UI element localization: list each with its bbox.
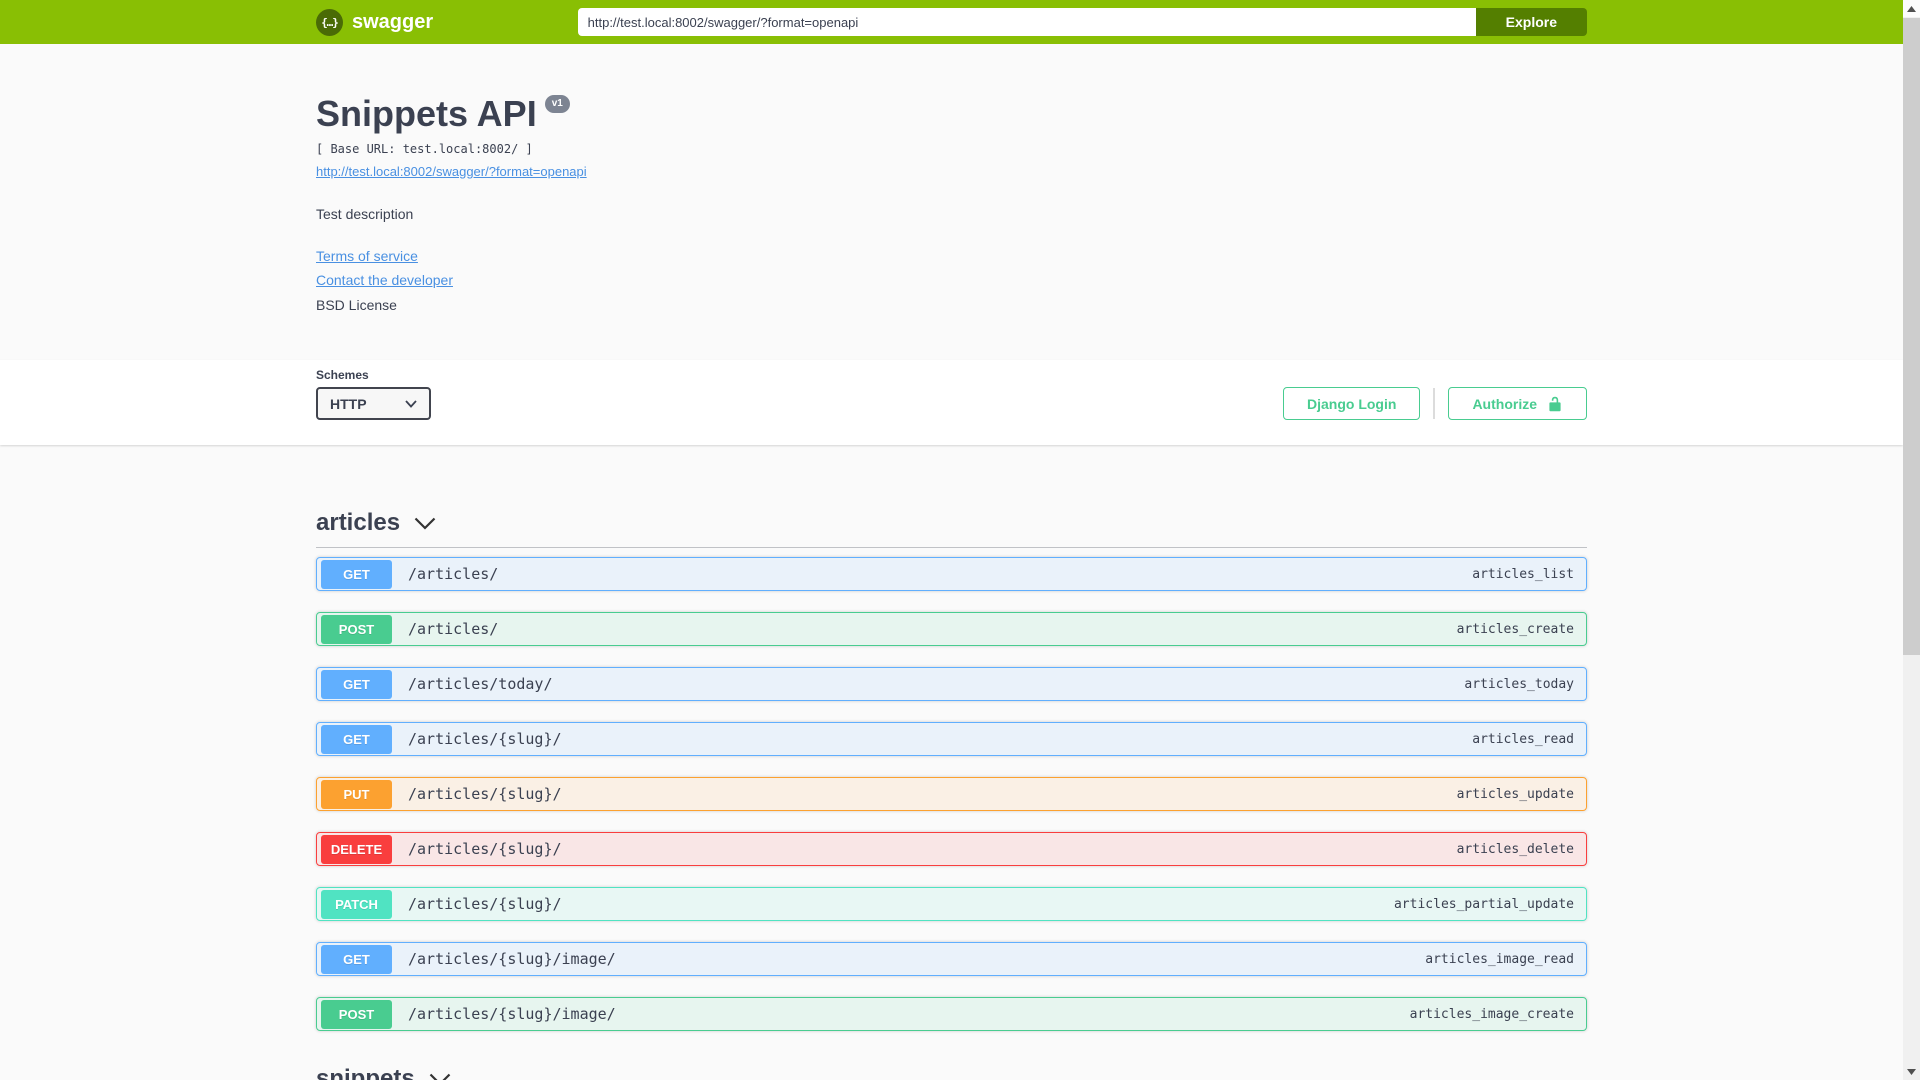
http-method-badge: POST — [321, 614, 392, 644]
scroll-up-icon — [1907, 5, 1916, 12]
terms-of-service-link[interactable]: Terms of service — [316, 248, 418, 264]
tag-name: articles — [316, 509, 401, 536]
django-login-label: Django Login — [1307, 395, 1397, 412]
http-method-badge: GET — [321, 944, 392, 974]
http-method-badge: PUT — [321, 779, 392, 809]
operation-row[interactable]: POST /articles/ articles_create — [316, 612, 1587, 646]
scrollbar-up-button[interactable] — [1903, 0, 1920, 17]
schemes-label: Schemes — [316, 368, 369, 382]
scrollbar-thumb[interactable] — [1903, 18, 1920, 655]
spec-link[interactable]: http://test.local:8002/swagger/?format=o… — [316, 164, 587, 179]
vertical-scrollbar[interactable] — [1903, 0, 1920, 1080]
api-tag-section-articles: articles GET /articles/ articles_list PO… — [316, 509, 1587, 1031]
tag-heading[interactable]: snippets — [316, 1065, 451, 1080]
operation-id: articles_image_read — [1425, 951, 1574, 967]
scroll-down-icon — [1907, 1068, 1916, 1075]
swagger-logo-icon: {…} — [316, 8, 343, 36]
api-info-section: Snippets API v1 [ Base URL: test.local:8… — [0, 44, 1903, 360]
swagger-ui-page: {…} swagger Explore Snippets API v1 [ Ba… — [0, 0, 1903, 1080]
explore-button[interactable]: Explore — [1475, 8, 1587, 36]
operation-path: /articles/today/ — [408, 675, 553, 693]
http-method-badge: GET — [321, 724, 392, 754]
operation-path: /articles/{slug}/ — [408, 895, 562, 913]
authorize-label: Authorize — [1472, 395, 1537, 412]
explore-form: Explore — [577, 8, 1587, 36]
scrollbar-down-button[interactable] — [1903, 1063, 1920, 1080]
swagger-logo: {…} swagger — [316, 8, 434, 36]
tag-divider — [316, 547, 1587, 548]
base-url: [ Base URL: test.local:8002/ ] — [316, 142, 533, 156]
operation-path: /articles/{slug}/image/ — [408, 950, 616, 968]
operation-row[interactable]: GET /articles/ articles_list — [316, 557, 1587, 591]
page-title: Snippets API v1 — [316, 93, 1587, 135]
operation-id: articles_partial_update — [1393, 896, 1574, 912]
schemes-block: Schemes HTTP — [316, 368, 431, 420]
operation-path: /articles/{slug}/ — [408, 785, 562, 803]
contact-developer-link[interactable]: Contact the developer — [316, 272, 453, 288]
chevron-down-icon — [414, 517, 436, 530]
scheme-select[interactable]: HTTP — [316, 387, 431, 420]
operation-row[interactable]: PATCH /articles/{slug}/ articles_partial… — [316, 887, 1587, 921]
topbar: {…} swagger Explore — [0, 0, 1903, 44]
operation-row[interactable]: POST /articles/{slug}/image/ articles_im… — [316, 997, 1587, 1031]
http-method-badge: POST — [321, 999, 392, 1029]
operation-row[interactable]: GET /articles/today/ articles_today — [316, 667, 1587, 701]
operation-id: articles_read — [1472, 731, 1574, 747]
http-method-badge: GET — [321, 669, 392, 699]
operations-list: articles GET /articles/ articles_list PO… — [316, 445, 1587, 1080]
authorize-button[interactable]: Authorize — [1448, 387, 1587, 420]
license-text: BSD License — [316, 297, 397, 313]
auth-divider — [1433, 388, 1436, 419]
scheme-selected-value: HTTP — [330, 395, 367, 412]
operation-id: articles_image_create — [1409, 1006, 1574, 1022]
operation-id: articles_today — [1464, 676, 1574, 692]
version-badge: v1 — [544, 95, 570, 113]
unlocked-padlock-icon — [1549, 396, 1561, 411]
operation-path: /articles/{slug}/image/ — [408, 1005, 616, 1023]
chevron-down-icon — [429, 1073, 450, 1080]
operation-path: /articles/{slug}/ — [408, 840, 562, 858]
http-method-badge: PATCH — [321, 889, 392, 919]
tag-name: snippets — [316, 1065, 415, 1080]
operation-path: /articles/ — [408, 565, 499, 583]
operation-id: articles_list — [1472, 566, 1574, 582]
spec-url-input[interactable] — [577, 8, 1476, 36]
api-title-text: Snippets API — [316, 93, 537, 134]
scheme-section: Schemes HTTP Django Login Authorize — [0, 360, 1903, 445]
auth-wrapper: Django Login Authorize — [1283, 387, 1587, 420]
chevron-down-icon — [405, 399, 417, 408]
http-method-badge: GET — [321, 559, 392, 589]
operation-row[interactable]: GET /articles/{slug}/image/ articles_ima… — [316, 942, 1587, 976]
operation-row[interactable]: PUT /articles/{slug}/ articles_update — [316, 777, 1587, 811]
swagger-logo-text: swagger — [352, 10, 434, 33]
operation-row[interactable]: GET /articles/{slug}/ articles_read — [316, 722, 1587, 756]
operation-id: articles_delete — [1456, 841, 1574, 857]
operation-id: articles_create — [1456, 621, 1574, 637]
api-description: Test description — [316, 206, 414, 222]
operation-row[interactable]: DELETE /articles/{slug}/ articles_delete — [316, 832, 1587, 866]
tag-heading[interactable]: articles — [316, 509, 436, 537]
api-tag-section-snippets: snippets GET /snippets/ snippets_list — [316, 1065, 1587, 1080]
http-method-badge: DELETE — [321, 834, 392, 864]
django-login-button[interactable]: Django Login — [1283, 387, 1421, 420]
operation-path: /articles/ — [408, 620, 499, 638]
operation-path: /articles/{slug}/ — [408, 730, 562, 748]
operation-id: articles_update — [1456, 786, 1574, 802]
